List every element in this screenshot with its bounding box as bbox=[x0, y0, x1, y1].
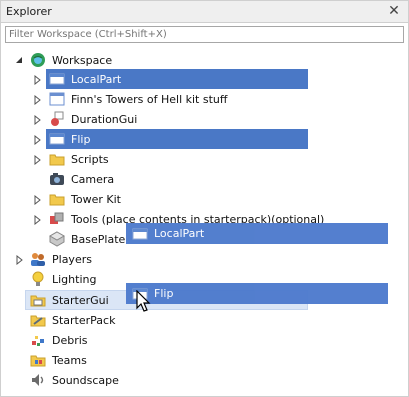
tree-item-tower-kit[interactable]: Tower Kit bbox=[49, 189, 121, 209]
tree-item-soundscape[interactable]: Soundscape bbox=[30, 370, 119, 390]
debris-icon bbox=[30, 332, 46, 348]
tree-item-label: Debris bbox=[52, 333, 88, 347]
tree-item-workspace[interactable]: Workspace bbox=[30, 50, 112, 70]
tree-item-label: StarterGui bbox=[52, 293, 109, 307]
drag-ghost-localpart: LocalPart bbox=[126, 223, 388, 244]
tree-item-teams[interactable]: Teams bbox=[30, 350, 87, 370]
expand-arrow-icon[interactable] bbox=[32, 75, 42, 85]
model-icon bbox=[49, 91, 65, 107]
speaker-icon bbox=[30, 372, 46, 388]
part-icon bbox=[132, 226, 148, 242]
tree-item-players[interactable]: Players bbox=[30, 249, 92, 269]
tree-item-debris[interactable]: Debris bbox=[30, 330, 88, 350]
tree-item-label: Lighting bbox=[52, 272, 97, 286]
starter-pack-icon bbox=[30, 312, 46, 328]
part-icon bbox=[49, 131, 65, 147]
tree-item-label: Workspace bbox=[52, 53, 113, 67]
mouse-pointer-icon bbox=[136, 290, 151, 312]
close-icon[interactable]: ✕ bbox=[386, 3, 402, 19]
tree-item-lighting[interactable]: Lighting bbox=[30, 269, 96, 289]
players-icon bbox=[30, 251, 46, 267]
teams-icon bbox=[30, 352, 46, 368]
model-group-icon bbox=[49, 211, 65, 227]
camera-icon bbox=[49, 171, 65, 187]
window-title: Explorer bbox=[6, 5, 52, 18]
tree-item-label: StarterPack bbox=[52, 313, 116, 327]
tree-item-starterpack[interactable]: StarterPack bbox=[30, 310, 115, 330]
filter-workspace-input[interactable] bbox=[5, 26, 404, 43]
tree-item-localpart[interactable]: LocalPart bbox=[49, 69, 121, 89]
tree-item-label: Scripts bbox=[71, 152, 109, 166]
tree-item-startergui[interactable]: StarterGui bbox=[30, 290, 109, 310]
tree-item-label: Camera bbox=[71, 172, 115, 186]
tree-item-label: Soundscape bbox=[52, 373, 119, 387]
tree-item-flip[interactable]: Flip bbox=[49, 129, 90, 149]
expand-arrow-icon[interactable] bbox=[32, 155, 42, 165]
expand-arrow-icon[interactable] bbox=[32, 215, 42, 225]
lightbulb-icon bbox=[30, 271, 46, 287]
folder-icon bbox=[49, 191, 65, 207]
tree-item-finns-towers[interactable]: Finn's Towers of Hell kit stuff bbox=[49, 89, 227, 109]
expand-arrow-icon[interactable] bbox=[32, 135, 42, 145]
expand-arrow-icon[interactable] bbox=[32, 115, 42, 125]
expand-arrow-icon[interactable] bbox=[14, 255, 24, 265]
drag-ghost-flip: Flip bbox=[126, 283, 388, 304]
tree-item-label: LocalPart bbox=[71, 72, 122, 86]
tree-item-label: Players bbox=[52, 252, 92, 266]
folder-icon bbox=[49, 151, 65, 167]
explorer-titlebar: Explorer ✕ bbox=[0, 0, 409, 23]
tree-item-scripts[interactable]: Scripts bbox=[49, 149, 109, 169]
billboard-gui-icon bbox=[49, 111, 65, 127]
drag-ghost-label: Flip bbox=[154, 287, 174, 300]
part-block-icon bbox=[49, 231, 65, 247]
starter-gui-icon bbox=[30, 292, 46, 308]
expand-arrow-icon[interactable] bbox=[32, 95, 42, 105]
tree-item-label: DurationGui bbox=[71, 112, 138, 126]
tree-item-camera[interactable]: Camera bbox=[49, 169, 114, 189]
tree-item-label: BasePlate bbox=[71, 232, 126, 246]
tree-item-label: Teams bbox=[52, 353, 87, 367]
expand-arrow-icon[interactable] bbox=[32, 195, 42, 205]
part-icon bbox=[49, 71, 65, 87]
globe-icon bbox=[30, 52, 46, 68]
drag-ghost-label: LocalPart bbox=[154, 227, 205, 240]
collapse-arrow-icon[interactable] bbox=[14, 55, 24, 65]
tree-item-label: Tower Kit bbox=[71, 192, 121, 206]
tree-item-label: Finn's Towers of Hell kit stuff bbox=[71, 92, 228, 106]
tree-item-durationgui[interactable]: DurationGui bbox=[49, 109, 137, 129]
tree-item-baseplate[interactable]: BasePlate bbox=[49, 229, 125, 249]
tree-item-label: Flip bbox=[71, 132, 91, 146]
